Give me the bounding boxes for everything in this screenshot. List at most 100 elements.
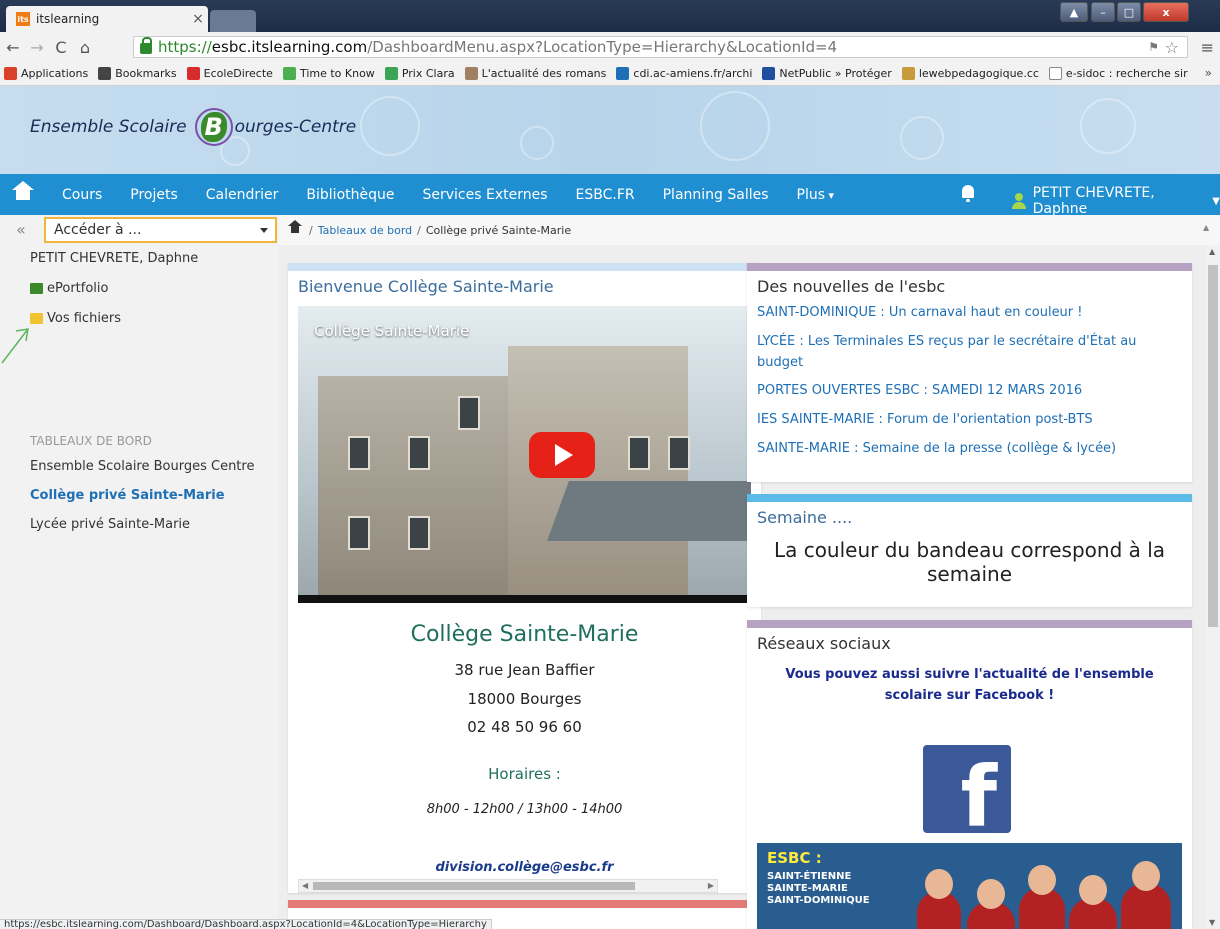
phone-number: 02 48 50 96 60: [467, 718, 582, 736]
bookmark-item[interactable]: EcoleDirecte: [186, 67, 273, 80]
news-item-link[interactable]: SAINTE-MARIE : Semaine de la presse (col…: [757, 438, 1182, 459]
bookmark-label: Applications: [21, 67, 89, 80]
nav-link[interactable]: Bibliothèque: [306, 187, 394, 203]
address-bar-input[interactable]: https://esbc.itslearning.com/DashboardMe…: [133, 36, 1188, 58]
bookmark-label: NetPublic » Protéger: [779, 67, 892, 80]
nav-link[interactable]: Planning Salles: [663, 187, 769, 203]
nav-link[interactable]: Projets: [130, 187, 178, 203]
sidebar-dashboard-link[interactable]: Lycée privé Sainte-Marie: [30, 517, 190, 532]
news-item-link[interactable]: PORTES OUVERTES ESBC : SAMEDI 12 MARS 20…: [757, 380, 1182, 401]
vertical-scrollbar[interactable]: ▲ ▼: [1206, 245, 1220, 929]
bookmark-item[interactable]: Time to Know: [282, 67, 375, 80]
bookmark-item[interactable]: Bookmarks: [98, 67, 177, 80]
scroll-up-arrow-icon[interactable]: ▲: [1203, 223, 1209, 232]
sidebar-user[interactable]: PETIT CHEVRETE, Daphne: [30, 251, 198, 266]
site-logo[interactable]: Ensemble Scolaire B ourges-Centre: [30, 108, 356, 146]
caret-down-icon: [260, 228, 268, 233]
bookmark-item[interactable]: Applications: [4, 67, 88, 80]
forward-arrow-icon[interactable]: →: [26, 38, 48, 57]
breadcrumb-current: Collège privé Sainte-Marie: [425, 223, 572, 237]
nav-link[interactable]: ESBC.FR: [576, 187, 635, 203]
window-close-button[interactable]: x: [1143, 2, 1189, 22]
news-item-link[interactable]: SAINT-DOMINIQUE : Un carnaval haut en co…: [757, 302, 1182, 323]
tab-title: itslearning: [36, 12, 100, 26]
bookmark-label: Time to Know: [299, 67, 375, 80]
extension-icon[interactable]: ⚑: [1148, 40, 1159, 54]
breadcrumb-dashboards-link[interactable]: Tableaux de bord: [318, 224, 412, 237]
lewebpedagogique-icon: [901, 67, 915, 80]
chevron-down-icon: ▼: [1212, 195, 1220, 207]
scroll-up-arrow-icon[interactable]: ▲: [1209, 247, 1215, 256]
user-menu[interactable]: PETIT CHEVRETE, Daphne ▼: [1012, 185, 1220, 217]
home-icon[interactable]: ⌂: [74, 38, 96, 57]
window-maximize-button[interactable]: □: [1117, 2, 1141, 22]
bookmark-item[interactable]: lewebpedagogique.cc: [901, 67, 1039, 80]
bookmark-item[interactable]: L'actualité des romans: [464, 67, 607, 80]
eportfolio-icon: [30, 283, 43, 294]
news-item-link[interactable]: IES SAINTE-MARIE : Forum de l'orientatio…: [757, 409, 1182, 430]
collapse-sidebar-icon[interactable]: «: [16, 220, 26, 239]
bookmark-item[interactable]: Prix Clara: [384, 67, 455, 80]
url-host: esbc.itslearning.com: [211, 38, 368, 56]
bookmark-item[interactable]: cdi.ac-amiens.fr/archi: [616, 67, 752, 80]
sidebar-dashboard-link[interactable]: Ensemble Scolaire Bourges Centre: [30, 459, 254, 474]
nav-link[interactable]: Services Externes: [422, 187, 547, 203]
nav-link[interactable]: Plus: [797, 187, 835, 203]
ecoledirecte-icon: [186, 67, 200, 80]
browser-tab-itslearning[interactable]: its itslearning ×: [6, 6, 208, 32]
bookmark-label: L'actualité des romans: [481, 67, 607, 80]
window-user-button[interactable]: ▲: [1060, 2, 1088, 22]
time-to-know-icon: [282, 67, 296, 80]
sidebar-dashboard-link[interactable]: Collège privé Sainte-Marie: [30, 488, 225, 503]
sidebar-item[interactable]: ePortfolio: [30, 281, 108, 296]
star-icon: [98, 67, 112, 80]
sidebar: « Accéder à ... PETIT CHEVRETE, Daphne e…: [0, 215, 279, 929]
nav-link[interactable]: Calendrier: [206, 187, 279, 203]
back-arrow-icon[interactable]: ←: [2, 38, 24, 57]
scrollbar-thumb[interactable]: [1208, 265, 1218, 627]
bookmark-item[interactable]: e-sidoc : recherche sir: [1048, 67, 1188, 80]
nav-home-button[interactable]: [0, 174, 46, 215]
facebook-logo-icon[interactable]: f: [923, 745, 1011, 833]
social-card: Réseaux sociaux Vous pouvez aussi suivre…: [747, 620, 1192, 929]
access-dropdown[interactable]: Accéder à ...: [44, 217, 277, 243]
week-description: La couleur du bandeau correspond à la se…: [773, 538, 1166, 586]
notification-bell-icon[interactable]: [960, 185, 976, 203]
contact-email[interactable]: division.collège@esbc.fr: [288, 860, 761, 875]
user-menu-name: PETIT CHEVRETE, Daphne: [1032, 185, 1155, 217]
week-card-title: Semaine ....: [757, 508, 853, 527]
nav-link[interactable]: Cours: [62, 187, 102, 203]
site-banner: Ensemble Scolaire B ourges-Centre: [0, 86, 1220, 174]
scroll-down-arrow-icon[interactable]: ▼: [1209, 918, 1215, 927]
window-minimize-button[interactable]: –: [1091, 2, 1115, 22]
scroll-left-arrow-icon[interactable]: ◀: [302, 881, 308, 890]
play-button-icon[interactable]: [529, 432, 595, 478]
bookmark-item[interactable]: NetPublic » Protéger: [762, 67, 892, 80]
nav-links: Cours Projets Calendrier Bibliothèque Servic…: [62, 187, 862, 203]
youtube-video[interactable]: Collège Sainte-Marie: [298, 306, 751, 603]
scroll-right-arrow-icon[interactable]: ▶: [708, 881, 714, 890]
browser-status-bar: https://esbc.itslearning.com/Dashboard/D…: [0, 919, 492, 929]
logo-text-part1: Ensemble Scolaire: [30, 117, 187, 137]
horizontal-scrollbar[interactable]: ◀ ▶: [298, 879, 718, 893]
breadcrumb-home-icon[interactable]: [288, 220, 302, 234]
dashboard-content: Bienvenue Collège Sainte-Marie Collège S…: [279, 245, 1206, 929]
news-item-link[interactable]: LYCÉE : Les Terminales ES reçus par le s…: [757, 331, 1182, 373]
browser-titlebar: its itslearning × ▲ – □ x: [0, 0, 1220, 32]
bookmark-label: Bookmarks: [115, 67, 177, 80]
url-path: /DashboardMenu.aspx?LocationType=Hierarc…: [367, 38, 838, 56]
browser-menu-icon[interactable]: ≡: [1201, 38, 1214, 57]
reload-icon[interactable]: C: [50, 38, 72, 57]
book-icon: [464, 67, 478, 80]
new-tab-button[interactable]: [210, 10, 256, 32]
bookmark-star-icon[interactable]: ☆: [1165, 38, 1179, 57]
sidebar-item[interactable]: Vos fichiers: [30, 311, 121, 326]
bookmarks-overflow-icon[interactable]: »: [1205, 66, 1212, 80]
college-name: Collège Sainte-Marie: [410, 622, 639, 647]
breadcrumb-separator: /: [309, 223, 313, 237]
scrollbar-thumb[interactable]: [313, 882, 635, 890]
sidebar-item-label: Vos fichiers: [47, 311, 122, 326]
esbc-promo-banner[interactable]: ESBC : SAINT-ÉTIENNE SAINTE-MARIE SAINT-…: [757, 843, 1182, 929]
breadcrumb: / Tableaux de bord / Collège privé Saint…: [279, 215, 1220, 245]
tab-close-icon[interactable]: ×: [188, 11, 208, 27]
